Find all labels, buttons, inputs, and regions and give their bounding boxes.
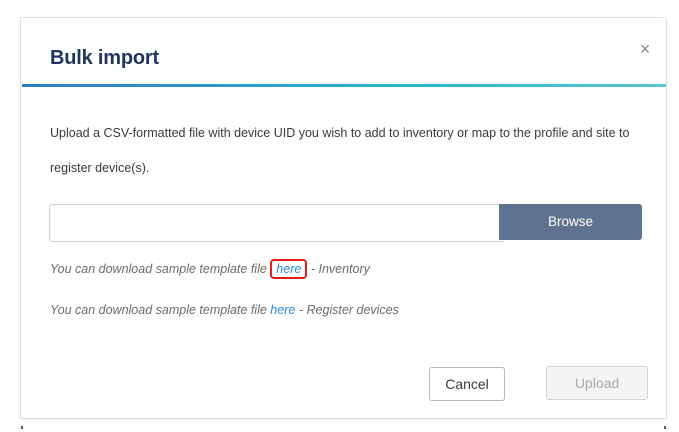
template-suffix: Register devices <box>306 303 399 317</box>
upload-button[interactable]: Upload <box>546 366 648 400</box>
template-prefix: You can download sample template file <box>50 303 267 317</box>
screen: Bulk import × Upload a CSV-formatted fil… <box>0 0 679 432</box>
browse-button[interactable]: Browse <box>499 204 642 240</box>
template-suffix: Inventory <box>318 262 370 276</box>
file-path-input[interactable] <box>49 204 504 242</box>
template-prefix: You can download sample template file <box>50 262 267 276</box>
corner-mark-bottom-right <box>664 426 666 429</box>
header-accent-rule <box>22 84 666 87</box>
dialog-description: Upload a CSV-formatted file with device … <box>50 126 630 175</box>
dialog-title: Bulk import <box>50 47 159 69</box>
dialog-header: Bulk import × <box>21 18 666 87</box>
template-separator: - <box>310 262 315 276</box>
bulk-import-dialog: Bulk import × Upload a CSV-formatted fil… <box>21 18 666 418</box>
close-icon: × <box>639 39 651 59</box>
close-button[interactable]: × <box>632 36 658 62</box>
inventory-template-line: You can download sample template file he… <box>50 259 370 279</box>
register-devices-template-line: You can download sample template file he… <box>50 303 399 317</box>
register-devices-template-link[interactable]: here <box>270 303 295 317</box>
inventory-template-link[interactable]: here <box>270 259 308 279</box>
template-separator: - <box>298 303 303 317</box>
corner-mark-bottom-left <box>21 426 23 429</box>
file-picker: Browse <box>49 204 642 242</box>
cancel-button[interactable]: Cancel <box>429 367 505 401</box>
